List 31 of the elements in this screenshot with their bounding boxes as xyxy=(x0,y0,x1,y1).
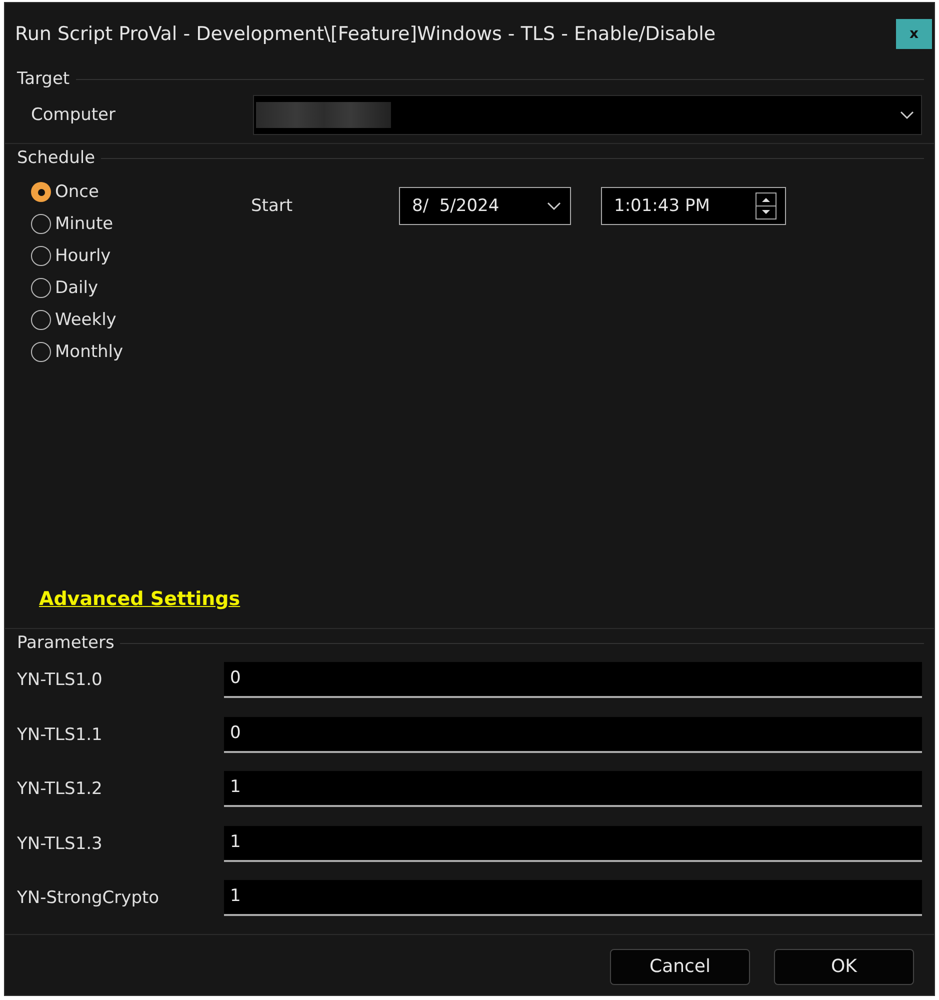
parameter-field[interactable]: 1 xyxy=(224,771,922,808)
parameter-field[interactable]: 0 xyxy=(224,716,922,753)
parameter-field[interactable]: 1 xyxy=(224,880,922,916)
schedule-radio[interactable]: Hourly xyxy=(31,246,251,266)
time-picker[interactable]: 1:01:43 PM xyxy=(601,187,786,225)
schedule-radio[interactable]: Daily xyxy=(31,278,251,298)
schedule-radio[interactable]: Once xyxy=(31,182,251,202)
schedule-radio[interactable]: Weekly xyxy=(31,310,251,330)
spinner-icon[interactable] xyxy=(755,192,777,220)
parameter-label: YN-TLS1.1 xyxy=(17,724,104,745)
schedule-radio[interactable]: Monthly xyxy=(31,342,251,362)
section-heading: Parameters xyxy=(17,633,114,653)
dialog-button[interactable]: Cancel xyxy=(610,948,750,984)
parameter-label: YN-TLS1.3 xyxy=(17,834,104,854)
dialog-button[interactable]: OK xyxy=(774,948,914,984)
date-picker[interactable]: 8/ 5/2024 xyxy=(399,187,571,225)
parameter-label: YN-StrongCrypto xyxy=(17,888,160,908)
start-label: Start xyxy=(251,196,294,216)
parameter-field[interactable]: 1 xyxy=(224,826,922,862)
section-heading: Target xyxy=(17,69,70,89)
schedule-radio[interactable]: Minute xyxy=(31,214,251,234)
parameter-label: YN-TLS1.2 xyxy=(17,779,104,800)
close-button[interactable]: x xyxy=(896,19,932,49)
section-heading: Schedule xyxy=(17,148,96,168)
window-title: Run Script ProVal - Development\[Feature]Windows - TLS - Enable/Disable xyxy=(15,23,716,45)
chevron-down-icon xyxy=(546,201,562,211)
chevron-down-icon xyxy=(899,110,915,120)
parameter-field[interactable]: 0 xyxy=(224,662,922,698)
parameter-label: YN-TLS1.0 xyxy=(17,670,104,690)
field-label: Computer xyxy=(31,105,117,125)
advanced-settings-link[interactable]: Advanced Settings xyxy=(39,588,240,610)
